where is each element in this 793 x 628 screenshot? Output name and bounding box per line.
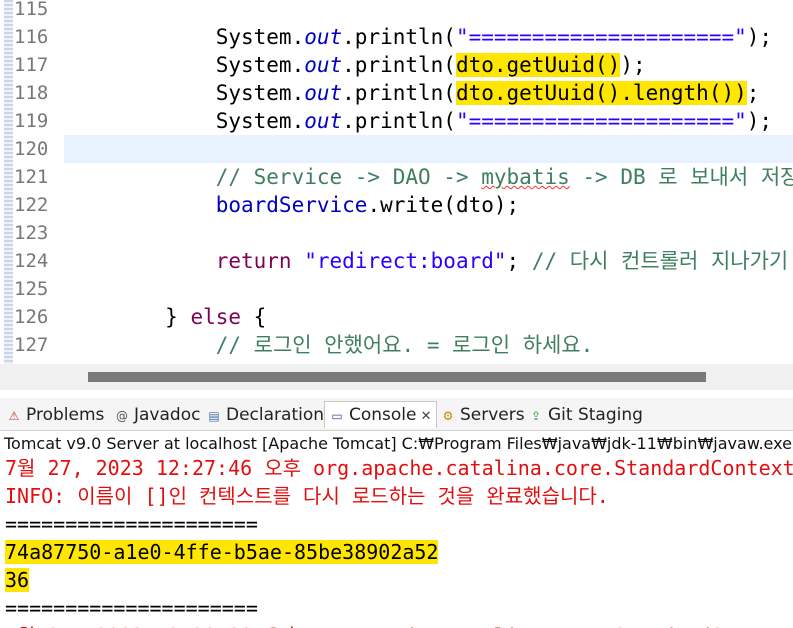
tab-problems[interactable]: ⚠ Problems: [6, 402, 105, 428]
code-token: );: [620, 53, 646, 77]
code-token: "=====================": [455, 109, 747, 133]
code-token: // Service -> DAO ->: [64, 165, 482, 189]
bottom-panel-tabs: ⚠ Problems @ Javadoc ▤ Declaration ▭ Console ✕ ⚙…: [0, 398, 793, 431]
code-token: {: [241, 305, 267, 329]
tab-servers[interactable]: ⚙ Servers: [440, 402, 525, 428]
code-token: System.: [64, 109, 305, 133]
console-line: 36: [5, 566, 30, 594]
code-token: System.: [64, 81, 305, 105]
console-text: 7월 27, 2023 12:27:46 오후 org.apache.catal…: [5, 456, 793, 480]
code-token: ;: [506, 249, 532, 273]
code-token: );: [746, 109, 773, 133]
console-launch-title: Tomcat v9.0 Server at localhost [Apache …: [4, 434, 792, 453]
code-token: .println(: [342, 81, 456, 105]
code-token: .println(: [342, 109, 456, 133]
code-editor[interactable]: 115 116 System.out.println("=============…: [0, 0, 793, 364]
code-token: );: [746, 25, 773, 49]
tab-label: Console: [349, 405, 417, 425]
code-token: out: [304, 81, 343, 105]
tab-label: Servers: [460, 405, 525, 425]
tab-declaration[interactable]: ▤ Declaration: [206, 402, 324, 428]
tab-label: Declaration: [226, 405, 325, 425]
code-token: return: [215, 249, 292, 273]
line-number: 126: [14, 306, 49, 328]
console-text: 7월 27, 2023 12:29:00 오후 org.apache.catal…: [5, 624, 793, 628]
console-line: 74a87750-a1e0-4ffe-b5ae-85be38902a52: [5, 538, 439, 566]
code-line[interactable]: // Service -> DAO -> mybatis -> DB 로 보내서…: [64, 163, 793, 191]
code-line[interactable]: // 로그인 안했어요. = 로그인 하세요.: [64, 331, 594, 359]
problems-icon: ⚠: [8, 409, 20, 423]
editor-horizontal-scrollbar[interactable]: [0, 364, 793, 390]
console-line: =====================: [5, 594, 258, 622]
code-line[interactable]: System.out.println(dto.getUuid().length(…: [64, 79, 759, 107]
line-number: 123: [14, 222, 49, 244]
code-token: }: [64, 305, 191, 329]
line-number: 119: [14, 110, 49, 132]
code-token: // 로그인 안했어요. = 로그인 하세요.: [64, 333, 594, 357]
console-icon: ▭: [331, 409, 343, 423]
code-token: dto.getUuid().length()): [455, 81, 747, 105]
console-line: 7월 27, 2023 12:27:46 오후 org.apache.catal…: [5, 455, 793, 482]
line-number: 121: [14, 166, 49, 188]
code-token: boardService: [215, 193, 368, 217]
console-text: 74a87750-a1e0-4ffe-b5ae-85be38902a52: [5, 540, 439, 564]
code-token: out: [304, 25, 343, 49]
code-token: out: [304, 109, 343, 133]
code-line[interactable]: System.out.println("====================…: [64, 23, 772, 51]
code-line[interactable]: } else {: [64, 303, 266, 331]
code-line[interactable]: return "redirect:board"; // 다시 컨트롤러 지나가기: [64, 247, 789, 275]
line-number: 125: [14, 278, 49, 300]
code-token: .write(dto);: [367, 193, 520, 217]
code-token: "=====================": [455, 25, 747, 49]
code-token: .println(: [342, 53, 456, 77]
line-number: 122: [14, 194, 49, 216]
tab-console[interactable]: ▭ Console ✕: [324, 401, 437, 428]
console-line: 7월 27, 2023 12:29:00 오후 org.apache.catal…: [5, 622, 793, 628]
code-line[interactable]: System.out.println("====================…: [64, 107, 772, 135]
tab-javadoc[interactable]: @ Javadoc: [114, 402, 200, 428]
javadoc-icon: @: [116, 409, 128, 423]
close-icon[interactable]: ✕: [417, 409, 432, 424]
scrollbar-thumb[interactable]: [88, 372, 706, 382]
line-number: 116: [14, 26, 49, 48]
code-token: ;: [746, 81, 760, 105]
console-output[interactable]: 7월 27, 2023 12:27:46 오후 org.apache.catal…: [0, 455, 793, 628]
console-text: INFO: 이름이 []인 컨텍스트를 다시 로드하는 것을 완료했습니다.: [5, 484, 609, 508]
current-line-highlight: [64, 135, 793, 163]
line-number: 118: [14, 82, 49, 104]
line-number: 120: [14, 138, 49, 160]
tab-git-staging[interactable]: ⇪ Git Staging: [528, 402, 643, 428]
code-token: dto.getUuid(): [455, 53, 621, 77]
code-token: out: [304, 53, 343, 77]
git-staging-icon: ⇪: [530, 409, 542, 423]
code-token: // 다시 컨트롤러 지나가기: [531, 249, 789, 273]
code-token: "redirect:board": [304, 249, 507, 273]
code-line[interactable]: boardService.write(dto);: [64, 191, 519, 219]
code-token: else: [190, 305, 242, 329]
code-token: -> DB 로 보내서 저장: [569, 165, 793, 189]
console-line: INFO: 이름이 []인 컨텍스트를 다시 로드하는 것을 완료했습니다.: [5, 482, 609, 510]
console-line: =====================: [5, 510, 258, 538]
code-token: System.: [64, 53, 305, 77]
declaration-icon: ▤: [208, 409, 220, 423]
tab-label: Git Staging: [548, 405, 643, 425]
line-number: 124: [14, 250, 49, 272]
code-token: .println(: [342, 25, 456, 49]
tab-label: Javadoc: [134, 405, 201, 425]
servers-icon: ⚙: [442, 409, 454, 423]
code-token: System.: [64, 25, 305, 49]
line-number: 127: [14, 334, 49, 356]
line-number: 115: [14, 0, 49, 20]
editor-gutter-markers: [4, 0, 13, 364]
console-text: 36: [5, 568, 30, 592]
code-token: mybatis: [481, 165, 570, 189]
console-text: =====================: [5, 596, 258, 620]
console-text: =====================: [5, 512, 258, 536]
tab-label: Problems: [26, 405, 105, 425]
line-number: 117: [14, 54, 49, 76]
code-line[interactable]: System.out.println(dto.getUuid());: [64, 51, 646, 79]
